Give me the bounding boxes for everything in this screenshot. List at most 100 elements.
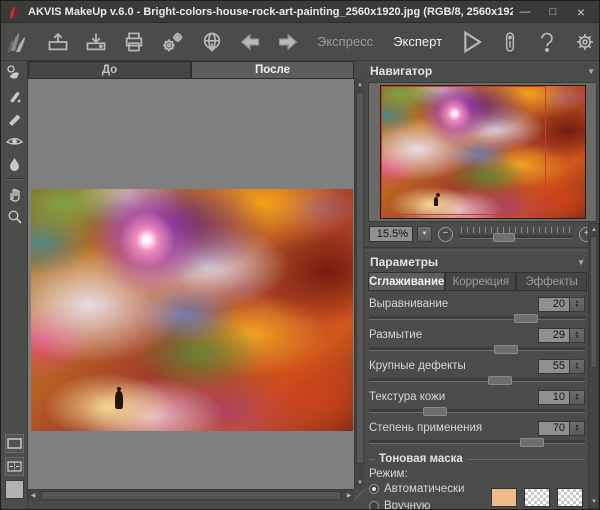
blur-drop-tool[interactable]	[1, 153, 28, 176]
single-view-button[interactable]	[5, 434, 24, 453]
batch-processing-icon[interactable]	[161, 29, 185, 55]
horizontal-scroll-thumb[interactable]	[41, 491, 341, 500]
scroll-down-icon[interactable]: ▼	[589, 496, 599, 508]
parameters-collapse-icon[interactable]: ▼	[577, 258, 585, 267]
slider-handle[interactable]	[494, 345, 519, 354]
spinner-buttons[interactable]: ▲ ▼	[570, 358, 585, 374]
tab-before[interactable]: До	[28, 61, 191, 79]
canvas-vertical-scrollbar[interactable]: ▲ ▼	[354, 79, 364, 489]
image-canvas[interactable]	[28, 79, 354, 489]
zoom-dropdown-button[interactable]: ▼	[417, 226, 432, 242]
slider-label: Текстура кожи	[369, 391, 446, 403]
split-view-button[interactable]	[5, 457, 24, 476]
transparent-swatch-2[interactable]	[557, 488, 583, 507]
value-field[interactable]: 55	[538, 358, 570, 374]
scroll-up-icon[interactable]: ▲	[589, 224, 599, 236]
smudge-finger-tool[interactable]	[1, 84, 28, 107]
slider-row-blur: Размытие 29 ▲ ▼	[369, 327, 585, 354]
print-button[interactable]	[123, 29, 145, 55]
zoom-out-button[interactable]: −	[438, 226, 453, 242]
scroll-left-icon[interactable]: ◀	[28, 490, 38, 501]
navigator-view-frame[interactable]	[380, 86, 546, 216]
spinner-buttons[interactable]: ▲ ▼	[570, 327, 585, 343]
skin-color-swatch[interactable]	[491, 488, 517, 507]
slider-handle[interactable]	[423, 407, 447, 416]
scroll-right-icon[interactable]: ▶	[344, 490, 354, 501]
akvis-makeup-window: AKVIS MakeUp v.6.0 - Bright-colors-house…	[0, 0, 600, 510]
navigator-collapse-icon[interactable]: ▼	[587, 67, 595, 76]
canvas-area: До После ▲ ▼ ◀ ▶	[28, 61, 364, 509]
mask-swatches	[491, 482, 585, 509]
view-tabs: До После	[28, 61, 354, 79]
radio-manual[interactable]	[369, 501, 379, 509]
parameters-header: Параметры ▼	[364, 252, 599, 271]
parameters-scroll-thumb[interactable]	[590, 236, 597, 368]
slider-row-large-defects: Крупные дефекты 55 ▲ ▼	[369, 358, 585, 385]
parameters-scrollbar[interactable]: ▲ ▼	[588, 223, 599, 509]
slider-track[interactable]	[369, 314, 585, 323]
radio-automatic-option[interactable]: Автоматически	[369, 482, 464, 496]
save-image-button[interactable]	[85, 29, 107, 55]
info-icon[interactable]	[500, 29, 520, 55]
run-processing-button[interactable]	[460, 29, 484, 55]
maximize-button[interactable]: □	[541, 4, 565, 20]
slider-track[interactable]	[369, 407, 585, 416]
tab-smoothing[interactable]: Сглаживание	[368, 272, 446, 291]
zoom-slider-track[interactable]	[459, 235, 573, 239]
help-icon[interactable]	[536, 29, 558, 55]
slider-handle[interactable]	[487, 376, 512, 385]
app-logo-icon	[10, 5, 19, 18]
mode-expert[interactable]: Эксперт	[393, 34, 442, 49]
tab-effects[interactable]: Эффекты	[516, 272, 587, 291]
zoom-slider-ticks	[461, 227, 571, 233]
zoom-value-field[interactable]: 15.5%	[369, 226, 413, 242]
parameters-tabs: Сглаживание Коррекция Эффекты	[368, 272, 587, 291]
eye-tool[interactable]	[1, 130, 28, 153]
open-image-button[interactable]	[47, 29, 69, 55]
zoom-slider[interactable]	[459, 227, 573, 242]
edited-photo[interactable]	[31, 189, 353, 431]
tool-separator	[4, 178, 24, 180]
slider-handle[interactable]	[513, 314, 538, 323]
zoom-tool[interactable]	[1, 205, 28, 228]
slider-handle[interactable]	[520, 438, 545, 447]
zoom-slider-handle[interactable]	[493, 233, 516, 242]
titlebar: AKVIS MakeUp v.6.0 - Bright-colors-house…	[1, 1, 599, 23]
radio-automatic[interactable]	[369, 484, 379, 494]
navigator-header: Навигатор ▼	[364, 61, 599, 80]
canvas-horizontal-scrollbar[interactable]: ◀ ▶	[28, 489, 354, 501]
slider-label: Крупные дефекты	[369, 360, 466, 372]
radio-manual-option[interactable]: Вручную	[369, 499, 464, 509]
slider-track[interactable]	[369, 376, 585, 385]
value-field[interactable]: 70	[538, 420, 570, 436]
spinner-buttons[interactable]: ▲ ▼	[570, 389, 585, 405]
chalk-tool[interactable]	[1, 107, 28, 130]
background-color-swatch[interactable]	[5, 480, 24, 499]
spinner-buttons[interactable]: ▲ ▼	[570, 296, 585, 312]
spinner-buttons[interactable]: ▲ ▼	[570, 420, 585, 436]
mode-express[interactable]: Экспресс	[317, 34, 373, 49]
preferences-gear-icon[interactable]	[574, 29, 596, 55]
transparent-swatch-1[interactable]	[524, 488, 550, 507]
tab-after[interactable]: После	[191, 61, 354, 79]
hand-pan-tool[interactable]	[1, 182, 28, 205]
panel-separator	[364, 247, 599, 251]
mode-label: Режим:	[369, 468, 408, 480]
value-field[interactable]: 10	[538, 389, 570, 405]
tab-correction[interactable]: Коррекция	[445, 272, 517, 291]
right-panel: Навигатор ▼ 15.5% ▼ − + Параметры ▼ Сгла…	[364, 61, 599, 509]
close-button[interactable]: ×	[569, 4, 593, 20]
share-download-icon[interactable]	[201, 29, 223, 55]
slider-label: Степень применения	[369, 422, 483, 434]
slider-track[interactable]	[369, 438, 585, 447]
value-field[interactable]: 29	[538, 327, 570, 343]
slider-track[interactable]	[369, 345, 585, 354]
navigator-thumbnail[interactable]	[379, 85, 586, 219]
value-field[interactable]: 20	[538, 296, 570, 312]
window-title: AKVIS MakeUp v.6.0 - Bright-colors-house…	[28, 5, 513, 18]
vertical-scroll-thumb[interactable]	[356, 92, 364, 464]
mask-preview-tool[interactable]	[1, 61, 28, 84]
redo-arrow-button[interactable]	[277, 29, 299, 55]
minimize-button[interactable]: —	[513, 4, 537, 20]
undo-arrow-button[interactable]	[239, 29, 261, 55]
